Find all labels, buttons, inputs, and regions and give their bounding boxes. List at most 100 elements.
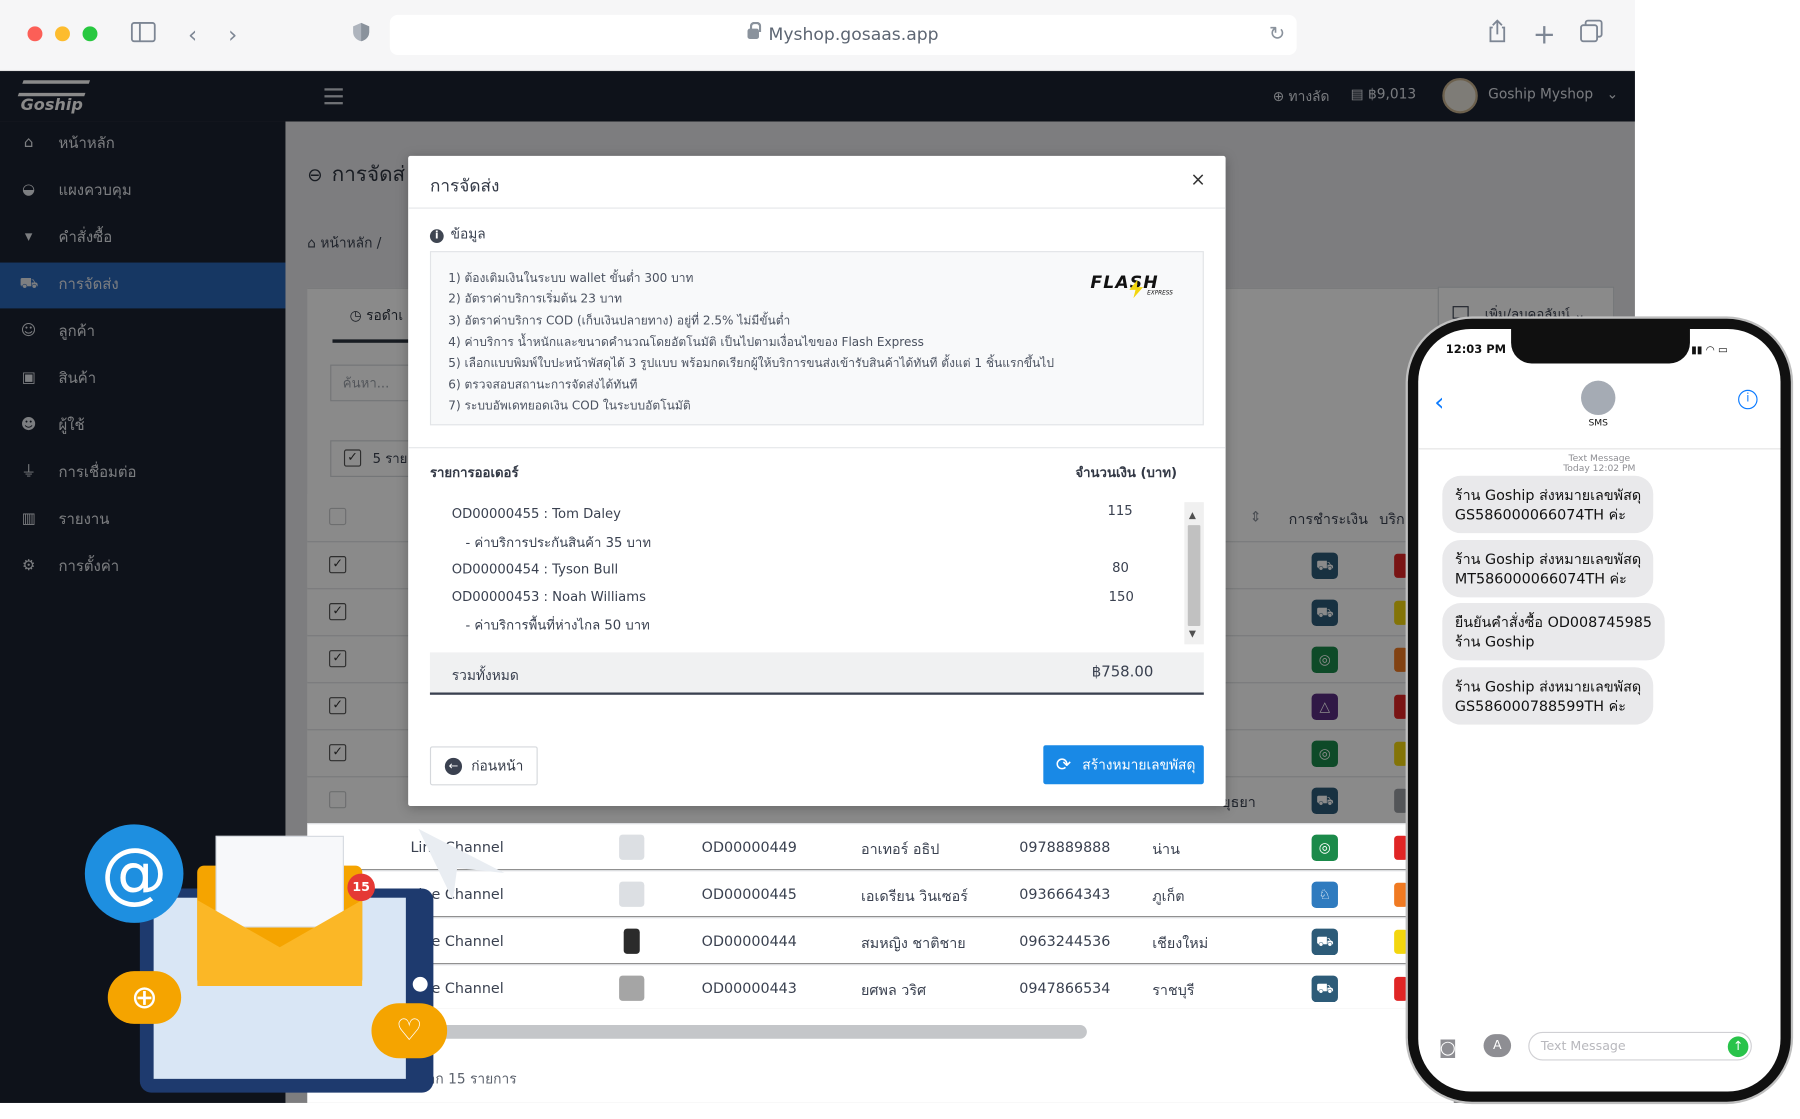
modal-divider xyxy=(408,447,1226,449)
table-footer: แสดง 1 ถึง 10 จาก 15 รายการ xyxy=(307,1008,1454,1103)
close-window-button[interactable] xyxy=(27,26,43,42)
product-thumbnail xyxy=(619,834,645,860)
scroll-down-icon[interactable]: ▼ xyxy=(1189,628,1196,638)
notification-badge: 15 xyxy=(347,873,375,902)
info-line: 3) อัตราค่าบริการ COD (เก็บเงินปลายทาง) … xyxy=(448,314,791,328)
table-row[interactable]: Line Channel OD00000445 เอเดรียน วินเซอร… xyxy=(307,870,1454,917)
message-line: GS586000788599TH ค่ะ xyxy=(1454,697,1626,715)
message-bubble[interactable]: ยืนยันคำสั่งซื้อ OD008745985 ร้าน Goship xyxy=(1442,603,1665,661)
create-tracking-label: สร้างหมายเลขพัสดุ xyxy=(1082,756,1196,773)
info-icon: i xyxy=(429,229,444,244)
tabs-overview-icon[interactable] xyxy=(1576,18,1606,50)
orders-header: รายการออเดอร์ xyxy=(429,464,519,481)
transfer-icon: ⛟ xyxy=(1311,928,1338,956)
carrier-logo-sub: EXPRESS xyxy=(1147,290,1173,297)
order-amount: 150 xyxy=(1108,588,1134,605)
sidebar-toggle-icon[interactable] xyxy=(128,18,158,50)
shipping-modal: การจัดส่ง × i ข้อมูล 1) ต้องเติมเงินในระบ… xyxy=(408,155,1226,806)
order-amount: 80 xyxy=(1112,559,1129,576)
order-id-cell[interactable]: OD00000449 xyxy=(702,838,797,855)
share-icon[interactable] xyxy=(1482,18,1512,50)
info-label: ข้อมูล xyxy=(450,225,486,242)
scroll-up-icon[interactable]: ▲ xyxy=(1189,510,1196,520)
orders-scrollbar[interactable]: ▲ ▼ xyxy=(1184,502,1204,645)
table-row[interactable]: Line Channel OD00000444 สมหญิง ชาติชาย 0… xyxy=(307,917,1454,964)
arrow-left-icon: ← xyxy=(444,757,463,776)
carrier-tag xyxy=(1394,976,1408,1001)
forward-icon[interactable]: › xyxy=(218,18,248,50)
back-icon[interactable]: ‹ xyxy=(1434,389,1444,418)
message-bubble[interactable]: ร้าน Goship ส่งหมายเลขพัสดุ GS58600006607… xyxy=(1442,475,1654,534)
info-box: 1) ต้องเติมเงินในระบบ wallet ขั้นต่ำ 300… xyxy=(429,251,1204,426)
message-bubble[interactable]: ร้าน Goship ส่งหมายเลขพัสดุ GS58600078859… xyxy=(1442,667,1654,725)
maximize-window-button[interactable] xyxy=(82,26,98,42)
letter-paper xyxy=(215,835,344,928)
message-bubble[interactable]: ร้าน Goship ส่งหมายเลขพัสดุ MT58600006607… xyxy=(1442,540,1654,598)
message-line: GS586000066074TH ค่ะ xyxy=(1454,505,1626,523)
lock-icon xyxy=(747,21,762,39)
heart-icon: ♡ xyxy=(371,1003,448,1059)
total-value: ฿758.00 xyxy=(1091,663,1154,682)
minimize-window-button[interactable] xyxy=(55,26,70,42)
phone-cell: 0936664343 xyxy=(1019,885,1111,903)
signal-wifi-battery-icon: ▮▮ ◠ ▭ xyxy=(1691,345,1728,357)
customer-name-cell: อาเทอร์ อธิป xyxy=(861,840,940,858)
table-row[interactable]: Line Channel OD00000443 ยศพล วริศ 094786… xyxy=(307,964,1454,1009)
order-id-cell[interactable]: OD00000445 xyxy=(702,885,797,902)
total-label: รวมทั้งหมด xyxy=(451,667,519,684)
send-icon[interactable]: ↑ xyxy=(1727,1036,1749,1058)
create-tracking-button[interactable]: ⟳ สร้างหมายเลขพัสดุ xyxy=(1043,745,1204,785)
carrier-tag xyxy=(1394,882,1408,907)
order-line: OD00000454 : Tyson Bull xyxy=(451,560,619,577)
info-line: 6) ตรวจสอบสถานะการจัดส่งได้ทันที xyxy=(448,378,638,393)
customer-name-cell: เอเดรียน วินเซอร์ xyxy=(861,887,968,905)
camera-icon[interactable]: ◙ xyxy=(1439,1036,1457,1058)
product-thumbnail xyxy=(623,928,640,954)
close-icon[interactable]: × xyxy=(1189,169,1207,191)
globe-icon: ⊕ xyxy=(107,971,182,1024)
info-line: 2) อัตราค่าบริการเริ่มต้น 23 บาท xyxy=(448,292,623,307)
province-cell: เชียงใหม่ xyxy=(1152,934,1209,952)
previous-label: ก่อนหน้า xyxy=(471,757,524,774)
new-tab-icon[interactable]: + xyxy=(1529,18,1559,50)
reload-icon[interactable]: ↻ xyxy=(1269,15,1285,55)
transfer-icon: ⛟ xyxy=(1311,975,1338,1003)
info-heading: i ข้อมูล xyxy=(429,224,486,246)
contact-name[interactable]: SMS xyxy=(1584,417,1612,427)
tablet-button xyxy=(412,976,428,992)
order-fee-line: - ค่าบริการพื้นที่ห่างไกล 50 บาท xyxy=(465,616,650,633)
back-icon[interactable]: ‹ xyxy=(178,18,208,50)
order-line: OD00000455 : Tom Daley xyxy=(451,505,621,522)
product-thumbnail xyxy=(619,975,645,1001)
order-id-cell[interactable]: OD00000443 xyxy=(702,979,797,996)
address-bar[interactable]: Myshop.gosaas.app ↻ xyxy=(389,14,1297,56)
horizontal-scrollbar[interactable] xyxy=(421,1024,1087,1039)
message-timestamp: Text Message Today 12:02 PM xyxy=(1418,453,1780,474)
phone-cell: 0978889888 xyxy=(1019,838,1111,856)
stage: ‹ › Myshop.gosaas.app ↻ + Goship ⊕ ทางลั… xyxy=(0,0,1800,1119)
order-line: OD00000453 : Noah Williams xyxy=(451,588,646,605)
order-fee-line: - ค่าบริการประกันสินค้า 35 บาท xyxy=(465,534,652,551)
product-thumbnail xyxy=(619,881,645,907)
message-line: ยืนยันคำสั่งซื้อ OD008745985 xyxy=(1454,613,1652,631)
status-time: 12:03 PM xyxy=(1445,343,1507,357)
info-icon[interactable]: i xyxy=(1738,389,1758,410)
flash-express-logo: FLASH EXPRESS xyxy=(1090,272,1173,304)
contact-avatar-icon xyxy=(1581,380,1616,416)
phone-mockup: 12:03 PM ▮▮ ◠ ▭ ‹ SMS i Text Message Tod… xyxy=(1407,318,1791,1102)
shield-icon[interactable] xyxy=(346,18,376,50)
carrier-tag xyxy=(1394,929,1408,954)
province-cell: น่าน xyxy=(1152,840,1180,858)
message-placeholder: Text Message xyxy=(1540,1038,1626,1054)
previous-button[interactable]: ← ก่อนหน้า xyxy=(429,746,538,786)
province-cell: ภูเก็ต xyxy=(1152,887,1185,905)
customer-name-cell: สมหญิง ชาติชาย xyxy=(861,934,966,952)
message-input[interactable]: Text Message xyxy=(1528,1031,1752,1061)
info-line: 1) ต้องเติมเงินในระบบ wallet ขั้นต่ำ 300… xyxy=(448,271,694,286)
scroll-thumb[interactable] xyxy=(1187,525,1201,626)
order-id-cell[interactable]: OD00000444 xyxy=(702,932,797,949)
carrier-tag xyxy=(1394,835,1408,860)
app-store-icon[interactable]: A xyxy=(1483,1034,1512,1058)
at-sign-icon: @ xyxy=(84,824,184,923)
phone-notch xyxy=(1511,329,1690,364)
